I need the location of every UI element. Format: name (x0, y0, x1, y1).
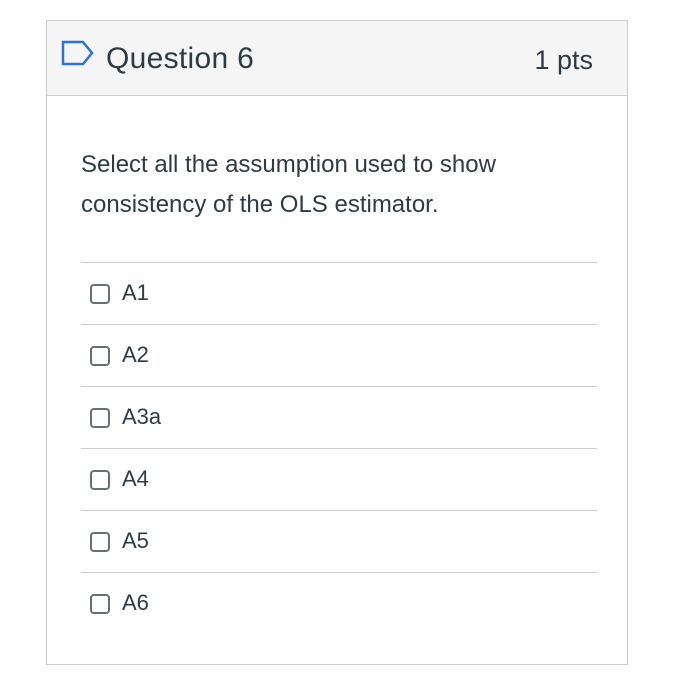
answer-option[interactable]: A4 (81, 449, 597, 511)
answer-checkbox[interactable] (90, 346, 110, 366)
question-points: 1 pts (534, 45, 593, 75)
answer-option[interactable]: A3a (81, 387, 597, 449)
answer-label[interactable]: A2 (122, 341, 149, 369)
question-header: Question 6 1 pts (47, 21, 627, 96)
answer-list: A1 A2 A3a A4 A5 A6 (81, 262, 597, 634)
answer-label[interactable]: A1 (122, 279, 149, 307)
question-card: Question 6 1 pts Select all the assumpti… (46, 20, 628, 665)
answer-option[interactable]: A2 (81, 325, 597, 387)
flag-question-icon[interactable] (61, 40, 95, 66)
answer-label[interactable]: A5 (122, 527, 149, 555)
answer-label[interactable]: A3a (122, 403, 161, 431)
question-title: Question 6 (106, 42, 255, 75)
answer-checkbox[interactable] (90, 470, 110, 490)
question-text: Select all the assumption used to show c… (81, 151, 496, 218)
answer-checkbox[interactable] (90, 594, 110, 614)
answer-checkbox[interactable] (90, 408, 110, 428)
answer-option[interactable]: A1 (81, 263, 597, 325)
answer-label[interactable]: A4 (122, 465, 149, 493)
answer-option[interactable]: A6 (81, 573, 597, 634)
answer-checkbox[interactable] (90, 284, 110, 304)
answer-label[interactable]: A6 (122, 589, 149, 617)
answer-option[interactable]: A5 (81, 511, 597, 573)
answer-checkbox[interactable] (90, 532, 110, 552)
